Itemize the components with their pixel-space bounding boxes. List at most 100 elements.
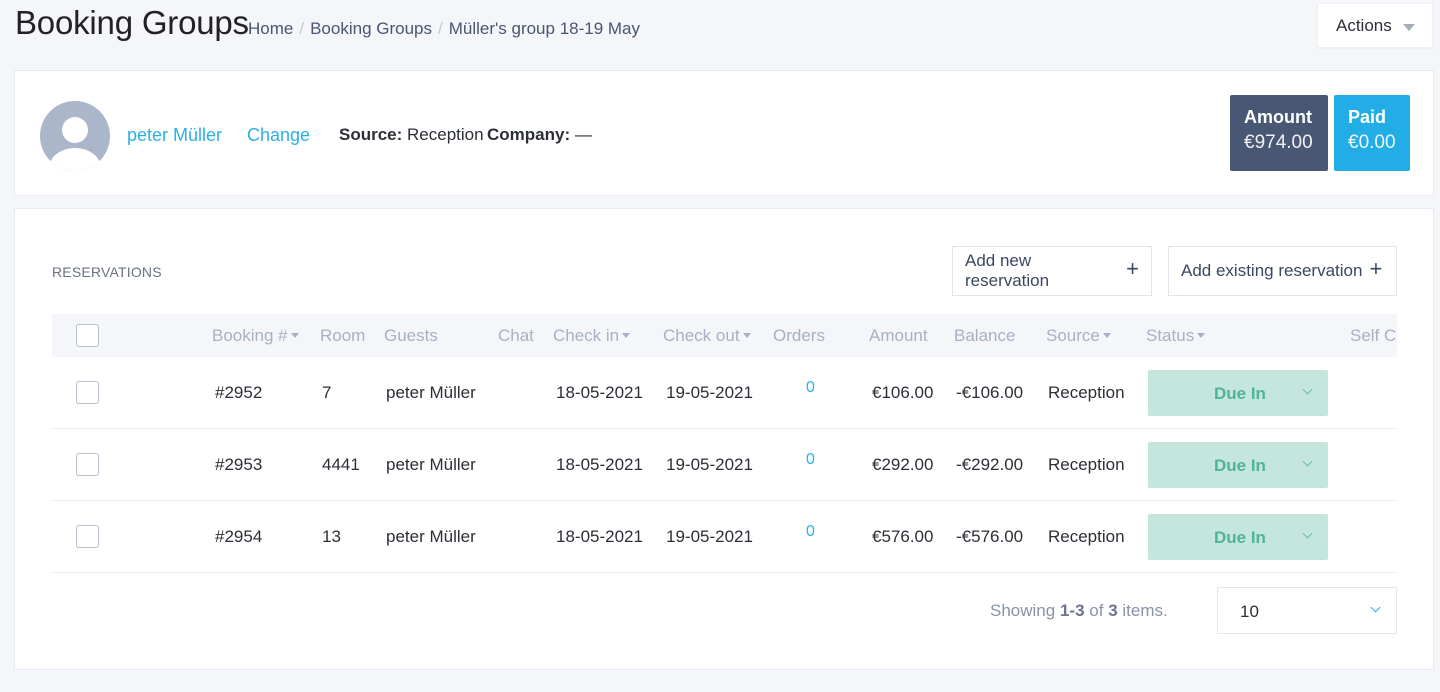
pager-range: 1-3: [1059, 601, 1085, 620]
column-source[interactable]: Source: [1046, 326, 1111, 346]
company-label: Company:: [487, 125, 571, 144]
status-value: Due In: [1214, 384, 1266, 403]
balance: -€292.00: [956, 455, 1024, 474]
orders-link[interactable]: 0: [806, 451, 815, 469]
room: 4441: [322, 455, 360, 474]
balance: -€106.00: [956, 383, 1024, 402]
room: 7: [322, 383, 332, 402]
sort-icon: [742, 333, 751, 339]
status-dropdown[interactable]: Due In: [1148, 514, 1328, 560]
page-size-value: 10: [1240, 602, 1259, 621]
status-dropdown[interactable]: Due In: [1148, 442, 1328, 488]
add-new-reservation-label: Add new reservation: [965, 251, 1050, 290]
breadcrumb-separator: /: [299, 19, 305, 38]
sort-icon: [1197, 333, 1206, 339]
column-status[interactable]: Status: [1146, 326, 1206, 346]
source: Reception: [1048, 383, 1125, 402]
amount: €292.00: [872, 455, 934, 474]
page-size-select[interactable]: 10: [1217, 587, 1397, 634]
column-chat: Chat: [498, 326, 534, 345]
status-value: Due In: [1214, 456, 1266, 475]
source-value: Reception: [407, 125, 484, 144]
source: Reception: [1048, 455, 1125, 474]
add-new-reservation-button[interactable]: Add new reservation +: [952, 246, 1152, 296]
chevron-down-icon: [1302, 384, 1313, 395]
guest: peter Müller: [386, 455, 476, 474]
check-in: 18-05-2021: [556, 527, 643, 546]
breadcrumb-current: Müller's group 18-19 May: [448, 19, 641, 38]
breadcrumb: Home / Booking Groups / Müller's group 1…: [248, 19, 640, 39]
orders-link[interactable]: 0: [806, 523, 815, 541]
check-in: 18-05-2021: [556, 455, 643, 474]
amount-summary: Amount €974.00: [1230, 95, 1328, 171]
change-guest-link[interactable]: Change: [247, 125, 310, 146]
column-booking[interactable]: Booking #: [212, 326, 299, 346]
amount-value: €974.00: [1244, 132, 1313, 153]
breadcrumb-booking-groups[interactable]: Booking Groups: [310, 19, 432, 39]
reservations-title: RESERVATIONS: [52, 264, 162, 280]
row-checkbox[interactable]: [76, 381, 99, 404]
table-row: #2953 4441 peter Müller 18-05-2021 19-05…: [52, 429, 1397, 501]
column-room: Room: [320, 326, 366, 345]
check-in: 18-05-2021: [556, 383, 643, 402]
booking-number[interactable]: #2953: [215, 455, 262, 475]
sort-icon: [622, 333, 631, 339]
column-label: Source: [1046, 326, 1100, 345]
reservations-card: RESERVATIONS Add new reservation + Add e…: [14, 208, 1434, 670]
amount: €106.00: [872, 383, 934, 402]
column-label: Check out: [663, 326, 740, 345]
add-existing-reservation-label: Add existing reservation: [1181, 261, 1363, 280]
balance: -€576.00: [956, 527, 1024, 546]
column-check-in[interactable]: Check in: [553, 326, 631, 346]
pager-items: items.: [1122, 601, 1168, 620]
source-info: Source: Reception: [339, 125, 484, 145]
column-label: Booking #: [212, 326, 288, 345]
company-value: —: [574, 125, 592, 144]
column-amount: Amount: [869, 326, 928, 345]
check-out: 19-05-2021: [666, 527, 753, 546]
booking-number[interactable]: #2954: [215, 527, 262, 547]
group-profile-card: peter Müller Change Source: Reception Co…: [14, 70, 1434, 196]
table-header: Booking # Room Guests Chat Check in Chec…: [52, 314, 1397, 357]
chevron-down-icon: [1302, 528, 1313, 539]
chevron-down-icon: [1302, 456, 1313, 467]
user-avatar-icon: [40, 101, 110, 171]
source-label: Source:: [339, 125, 403, 144]
check-out: 19-05-2021: [666, 455, 753, 474]
add-existing-reservation-button[interactable]: Add existing reservation +: [1168, 246, 1397, 296]
orders-link[interactable]: 0: [806, 379, 815, 397]
actions-label: Actions: [1336, 15, 1392, 35]
amount-label: Amount: [1244, 107, 1312, 127]
check-out: 19-05-2021: [666, 383, 753, 402]
column-orders: Orders: [773, 326, 825, 345]
sort-icon: [290, 333, 299, 339]
page-title: Booking Groups: [15, 4, 249, 41]
actions-dropdown-button[interactable]: Actions: [1317, 3, 1433, 48]
select-all-checkbox[interactable]: [76, 324, 99, 347]
column-check-out[interactable]: Check out: [663, 326, 751, 346]
source: Reception: [1048, 527, 1125, 546]
sort-icon: [1102, 333, 1111, 339]
pager-total: 3: [1108, 601, 1118, 620]
amount: €576.00: [872, 527, 934, 546]
status-value: Due In: [1214, 528, 1266, 547]
company-info: Company: —: [487, 125, 592, 145]
room: 13: [322, 527, 341, 546]
column-guests: Guests: [384, 326, 438, 345]
paid-label: Paid: [1348, 107, 1387, 127]
column-label: Check in: [553, 326, 620, 345]
pagination-summary: Showing 1-3 of 3 items.: [990, 601, 1168, 621]
column-balance: Balance: [954, 326, 1016, 345]
table-row: #2954 13 peter Müller 18-05-2021 19-05-2…: [52, 501, 1397, 573]
guest-name-link[interactable]: peter Müller: [127, 125, 222, 146]
breadcrumb-home[interactable]: Home: [248, 19, 293, 39]
guest: peter Müller: [386, 383, 476, 402]
caret-down-icon: [1403, 24, 1415, 31]
column-self-checkin: Self Ch: [1350, 326, 1397, 345]
row-checkbox[interactable]: [76, 453, 99, 476]
booking-number[interactable]: #2952: [215, 383, 262, 403]
guest: peter Müller: [386, 527, 476, 546]
pager-of: of: [1089, 601, 1104, 620]
row-checkbox[interactable]: [76, 525, 99, 548]
status-dropdown[interactable]: Due In: [1148, 370, 1328, 416]
